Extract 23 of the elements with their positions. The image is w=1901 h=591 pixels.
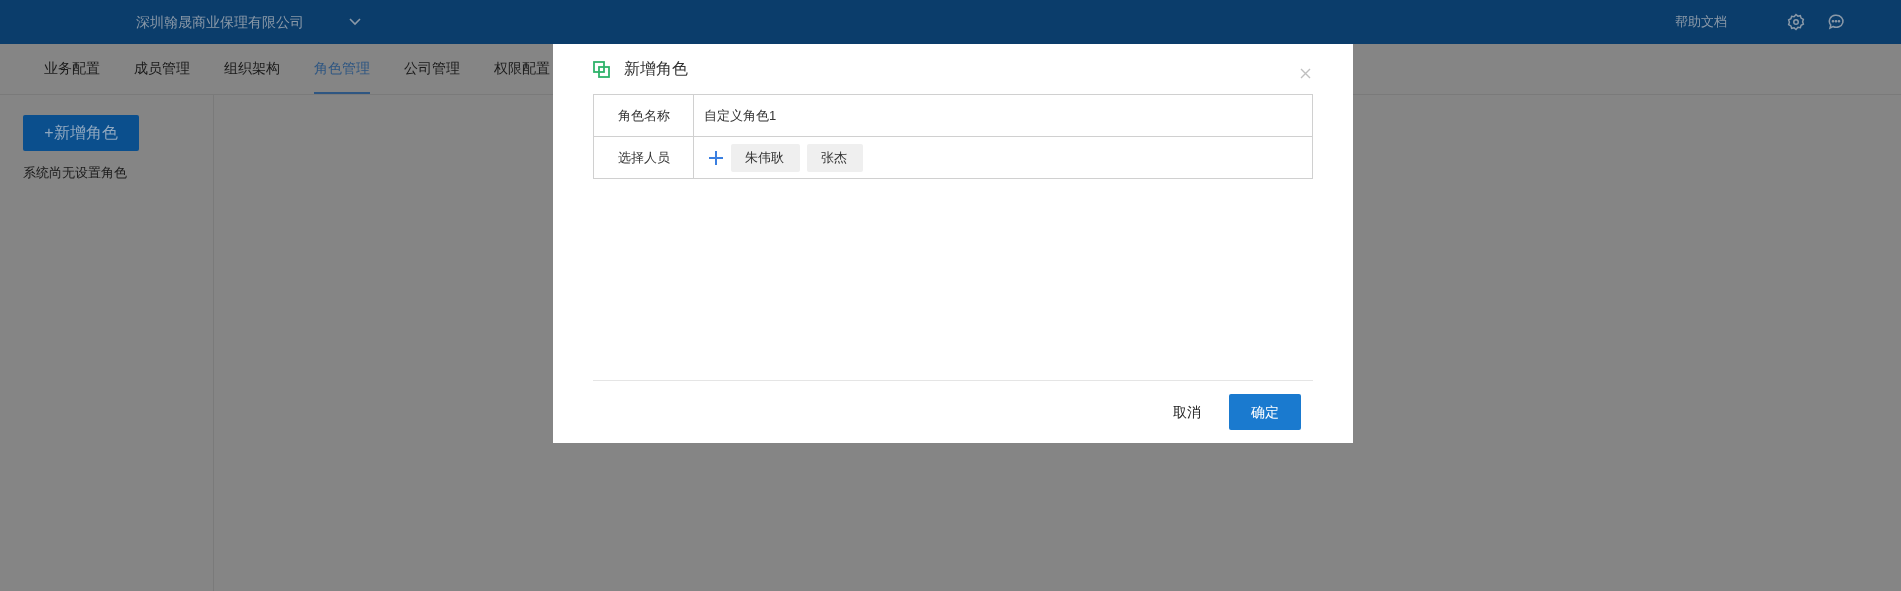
- add-icon[interactable]: [708, 149, 724, 166]
- table-label-cell: 选择人员: [594, 137, 694, 178]
- chevron-down-icon: [348, 17, 362, 27]
- member-tag[interactable]: 张杰: [807, 143, 863, 172]
- chat-icon[interactable]: [1827, 13, 1845, 31]
- copy-icon: [593, 60, 610, 78]
- role-name-field[interactable]: 自定义角色1: [694, 95, 1312, 136]
- settings-icon[interactable]: [1787, 13, 1805, 31]
- company-selector[interactable]: 深圳翰晟商业保理有限公司: [136, 11, 362, 33]
- help-docs-link[interactable]: 帮助文档: [1675, 12, 1727, 32]
- nav-tab[interactable]: 成员管理: [134, 44, 190, 94]
- member-tag[interactable]: 朱伟耿: [731, 143, 800, 172]
- close-icon: [1300, 67, 1311, 79]
- dialog-title: 新增角色: [624, 59, 688, 79]
- nav-tab[interactable]: 公司管理: [404, 44, 460, 94]
- cancel-button[interactable]: 取消: [1169, 394, 1205, 430]
- nav-tab[interactable]: 业务配置: [44, 44, 100, 94]
- table-label-cell: 角色名称: [594, 95, 694, 136]
- confirm-button[interactable]: 确定: [1229, 394, 1301, 430]
- empty-message: 系统尚无设置角色: [23, 164, 128, 182]
- nav-tab[interactable]: 组织架构: [224, 44, 280, 94]
- add-role-button[interactable]: +新增角色: [23, 115, 139, 151]
- nav-tab[interactable]: 权限配置: [494, 44, 550, 94]
